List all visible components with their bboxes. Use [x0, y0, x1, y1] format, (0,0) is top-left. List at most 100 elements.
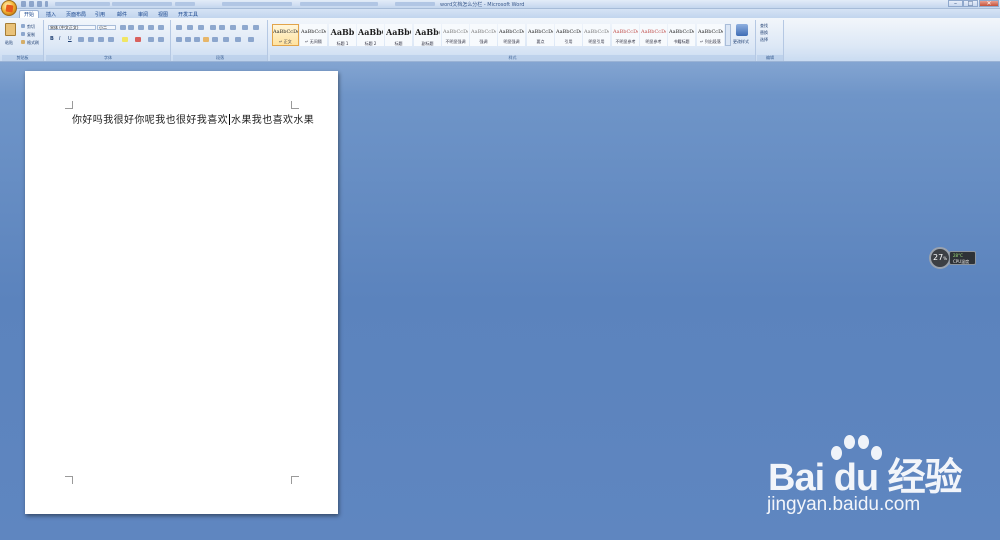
copy-button[interactable]: 复制 [27, 32, 35, 37]
style-item[interactable]: AaBbCcDd ↵ 无间隔 [300, 24, 327, 46]
font-group: 宋体 (中文正文) 小二 B I U 字体 [46, 20, 171, 61]
tab-review[interactable]: 审阅 [138, 11, 148, 18]
style-item[interactable]: AaBbC 标题 [385, 24, 412, 46]
shading-icon[interactable] [235, 37, 241, 42]
multilevel-list-icon[interactable] [198, 25, 204, 30]
decrease-indent-icon[interactable] [210, 25, 216, 30]
tab-page-layout[interactable]: 页面布局 [66, 11, 86, 18]
distributed-icon[interactable] [212, 37, 218, 42]
customize-qat-icon[interactable] [45, 1, 48, 7]
borders-icon[interactable] [248, 37, 254, 42]
style-item[interactable]: AaBb( 副标题 [414, 24, 441, 46]
cpu-gadget[interactable]: 27% 28°C CPU温度 [929, 247, 977, 269]
tab-mailings[interactable]: 邮件 [117, 11, 127, 18]
format-painter-button[interactable]: 格式刷 [27, 40, 39, 45]
align-left-icon[interactable] [176, 37, 182, 42]
italic-button[interactable]: I [59, 37, 60, 42]
chinese-layout-icon[interactable] [230, 25, 236, 30]
style-item[interactable]: AaBbCcDd 书籍标题 [668, 24, 695, 46]
underline-button[interactable]: U [68, 37, 72, 42]
document-text-start: 你好吗我很好你呢我也很好我喜欢 [72, 115, 228, 126]
style-name: 明显引用 [588, 39, 605, 44]
shrink-font-icon[interactable] [128, 25, 134, 30]
phonetic-guide-icon[interactable] [148, 25, 154, 30]
document-page[interactable]: 你好吗我很好你呢我也很好我喜欢 水果我也喜欢水果 [25, 71, 338, 514]
justify-icon[interactable] [203, 37, 209, 42]
title-bar: word文档怎么分栏 - Microsoft Word – □ ✕ [0, 0, 1000, 16]
bold-button[interactable]: B [50, 37, 54, 42]
increase-indent-icon[interactable] [219, 25, 225, 30]
grow-font-icon[interactable] [120, 25, 126, 30]
cut-button[interactable]: 剪切 [27, 24, 35, 29]
maximize-button[interactable]: □ [963, 0, 978, 7]
cpu-temp-value: 28°C [953, 253, 963, 258]
style-item[interactable]: AaBb 标题 1 [329, 24, 356, 46]
superscript-icon[interactable] [98, 37, 104, 42]
style-item[interactable]: AaBbCcDd ↵ 正文 [272, 24, 299, 46]
office-button[interactable] [1, 0, 17, 16]
char-border-icon[interactable] [158, 25, 164, 30]
select-button[interactable]: 选择 [760, 37, 768, 42]
style-sample: AaBb [330, 27, 355, 37]
enclose-char-icon[interactable] [158, 37, 164, 42]
style-name: 副标题 [421, 41, 434, 46]
style-item[interactable]: AaBbCcDd 明显引用 [583, 24, 610, 46]
paste-button[interactable]: 粘贴 [5, 40, 13, 45]
save-icon[interactable] [21, 1, 26, 7]
subscript-icon[interactable] [88, 37, 94, 42]
cpu-temp-label: CPU温度 [953, 259, 970, 264]
minimize-button[interactable]: – [948, 0, 963, 7]
show-marks-icon[interactable] [253, 25, 259, 30]
cut-icon[interactable] [21, 24, 25, 28]
font-color-icon[interactable] [135, 37, 141, 42]
char-shading-icon[interactable] [148, 37, 154, 42]
style-name: 强调 [479, 39, 488, 44]
tab-references[interactable]: 引用 [95, 11, 105, 18]
style-name: 要点 [536, 39, 545, 44]
clear-format-icon[interactable] [138, 25, 144, 30]
sort-icon[interactable] [242, 25, 248, 30]
change-styles-icon[interactable] [736, 24, 748, 36]
style-item[interactable]: AaBbCcDd 明显强调 [498, 24, 525, 46]
tab-insert[interactable]: 插入 [46, 11, 56, 18]
align-center-icon[interactable] [185, 37, 191, 42]
strikethrough-icon[interactable] [78, 37, 84, 42]
cpu-temp-panel: 28°C CPU温度 [949, 251, 976, 265]
style-item[interactable]: AaBbC 标题 2 [357, 24, 384, 46]
tab-developer[interactable]: 开发工具 [178, 11, 198, 18]
numbering-icon[interactable] [187, 25, 193, 30]
close-button[interactable]: ✕ [979, 0, 999, 7]
font-size-select[interactable]: 小二 [97, 25, 116, 30]
align-right-icon[interactable] [194, 37, 200, 42]
format-painter-icon[interactable] [21, 40, 25, 44]
clipboard-group: 粘贴 剪切 复制 格式刷 剪贴板 [2, 20, 44, 61]
font-name-select[interactable]: 宋体 (中文正文) [48, 25, 96, 30]
style-name: 标题 1 [336, 41, 349, 46]
clipboard-group-label: 剪贴板 [2, 55, 43, 61]
style-item[interactable]: AaBbCcDd ↵ 列出段落 [697, 24, 724, 46]
style-item[interactable]: AaBbCcDd 不明显强调 [442, 24, 469, 46]
style-item[interactable]: AaBbCcDd 强调 [470, 24, 497, 46]
style-name: 引用 [564, 39, 573, 44]
tab-home[interactable]: 开始 [19, 10, 40, 18]
style-sample: AaBbCcDd [698, 29, 723, 35]
replace-button[interactable]: 替换 [760, 30, 768, 35]
styles-scroll[interactable] [725, 24, 731, 46]
undo-icon[interactable] [29, 1, 34, 7]
tab-view[interactable]: 视图 [158, 11, 168, 18]
paste-icon[interactable] [5, 23, 16, 36]
document-text[interactable]: 你好吗我很好你呢我也很好我喜欢 水果我也喜欢水果 [72, 111, 314, 126]
style-item[interactable]: AaBbCcDd 要点 [527, 24, 554, 46]
change-case-icon[interactable] [108, 37, 114, 42]
bullets-icon[interactable] [176, 25, 182, 30]
copy-icon[interactable] [21, 32, 25, 36]
line-spacing-icon[interactable] [223, 37, 229, 42]
style-sample: AaBb( [415, 27, 440, 37]
style-item[interactable]: AaBbCcDd 引用 [555, 24, 582, 46]
style-item[interactable]: AaBbCcDd 明显参考 [640, 24, 667, 46]
style-item[interactable]: AaBbCcDd 不明显参考 [612, 24, 639, 46]
change-styles-button[interactable]: 更改样式 [733, 39, 749, 44]
find-button[interactable]: 查找 [760, 23, 768, 28]
highlight-icon[interactable] [122, 37, 128, 42]
redo-icon[interactable] [37, 1, 42, 7]
